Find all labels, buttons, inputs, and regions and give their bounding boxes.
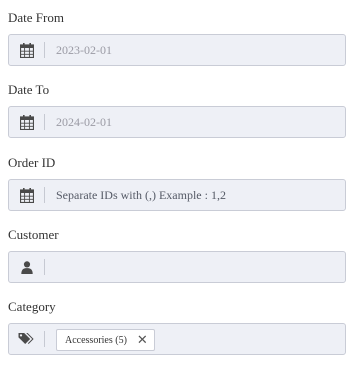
date-to-label: Date To [8, 82, 50, 97]
date-from-value: 2023-02-01 [56, 43, 112, 57]
date-from-input[interactable]: 2023-02-01 [8, 34, 346, 66]
calendar-icon[interactable] [9, 107, 44, 137]
order-id-label: Order ID [8, 155, 56, 170]
chip-label: Accessories (5) [65, 334, 127, 346]
category-chip: Accessories (5) ✕ [56, 329, 155, 351]
user-icon [9, 252, 44, 282]
icon-divider [44, 259, 45, 275]
calendar-icon [9, 180, 44, 210]
icon-divider [44, 114, 45, 130]
calendar-icon[interactable] [9, 35, 44, 65]
date-to-value: 2024-02-01 [56, 115, 112, 129]
order-id-placeholder: Separate IDs with (,) Example : 1,2 [56, 188, 226, 202]
customer-label: Customer [8, 227, 59, 242]
icon-divider [44, 42, 45, 58]
order-id-input[interactable]: Separate IDs with (,) Example : 1,2 [8, 179, 346, 211]
icon-divider [44, 187, 45, 203]
date-to-input[interactable]: 2024-02-01 [8, 106, 346, 138]
remove-chip-icon[interactable]: ✕ [137, 334, 148, 347]
category-label: Category [8, 299, 56, 314]
date-from-label: Date From [8, 10, 64, 25]
category-input[interactable]: Accessories (5) ✕ [8, 323, 346, 355]
icon-divider [44, 331, 45, 347]
tags-icon [9, 324, 44, 354]
customer-input[interactable] [8, 251, 346, 283]
